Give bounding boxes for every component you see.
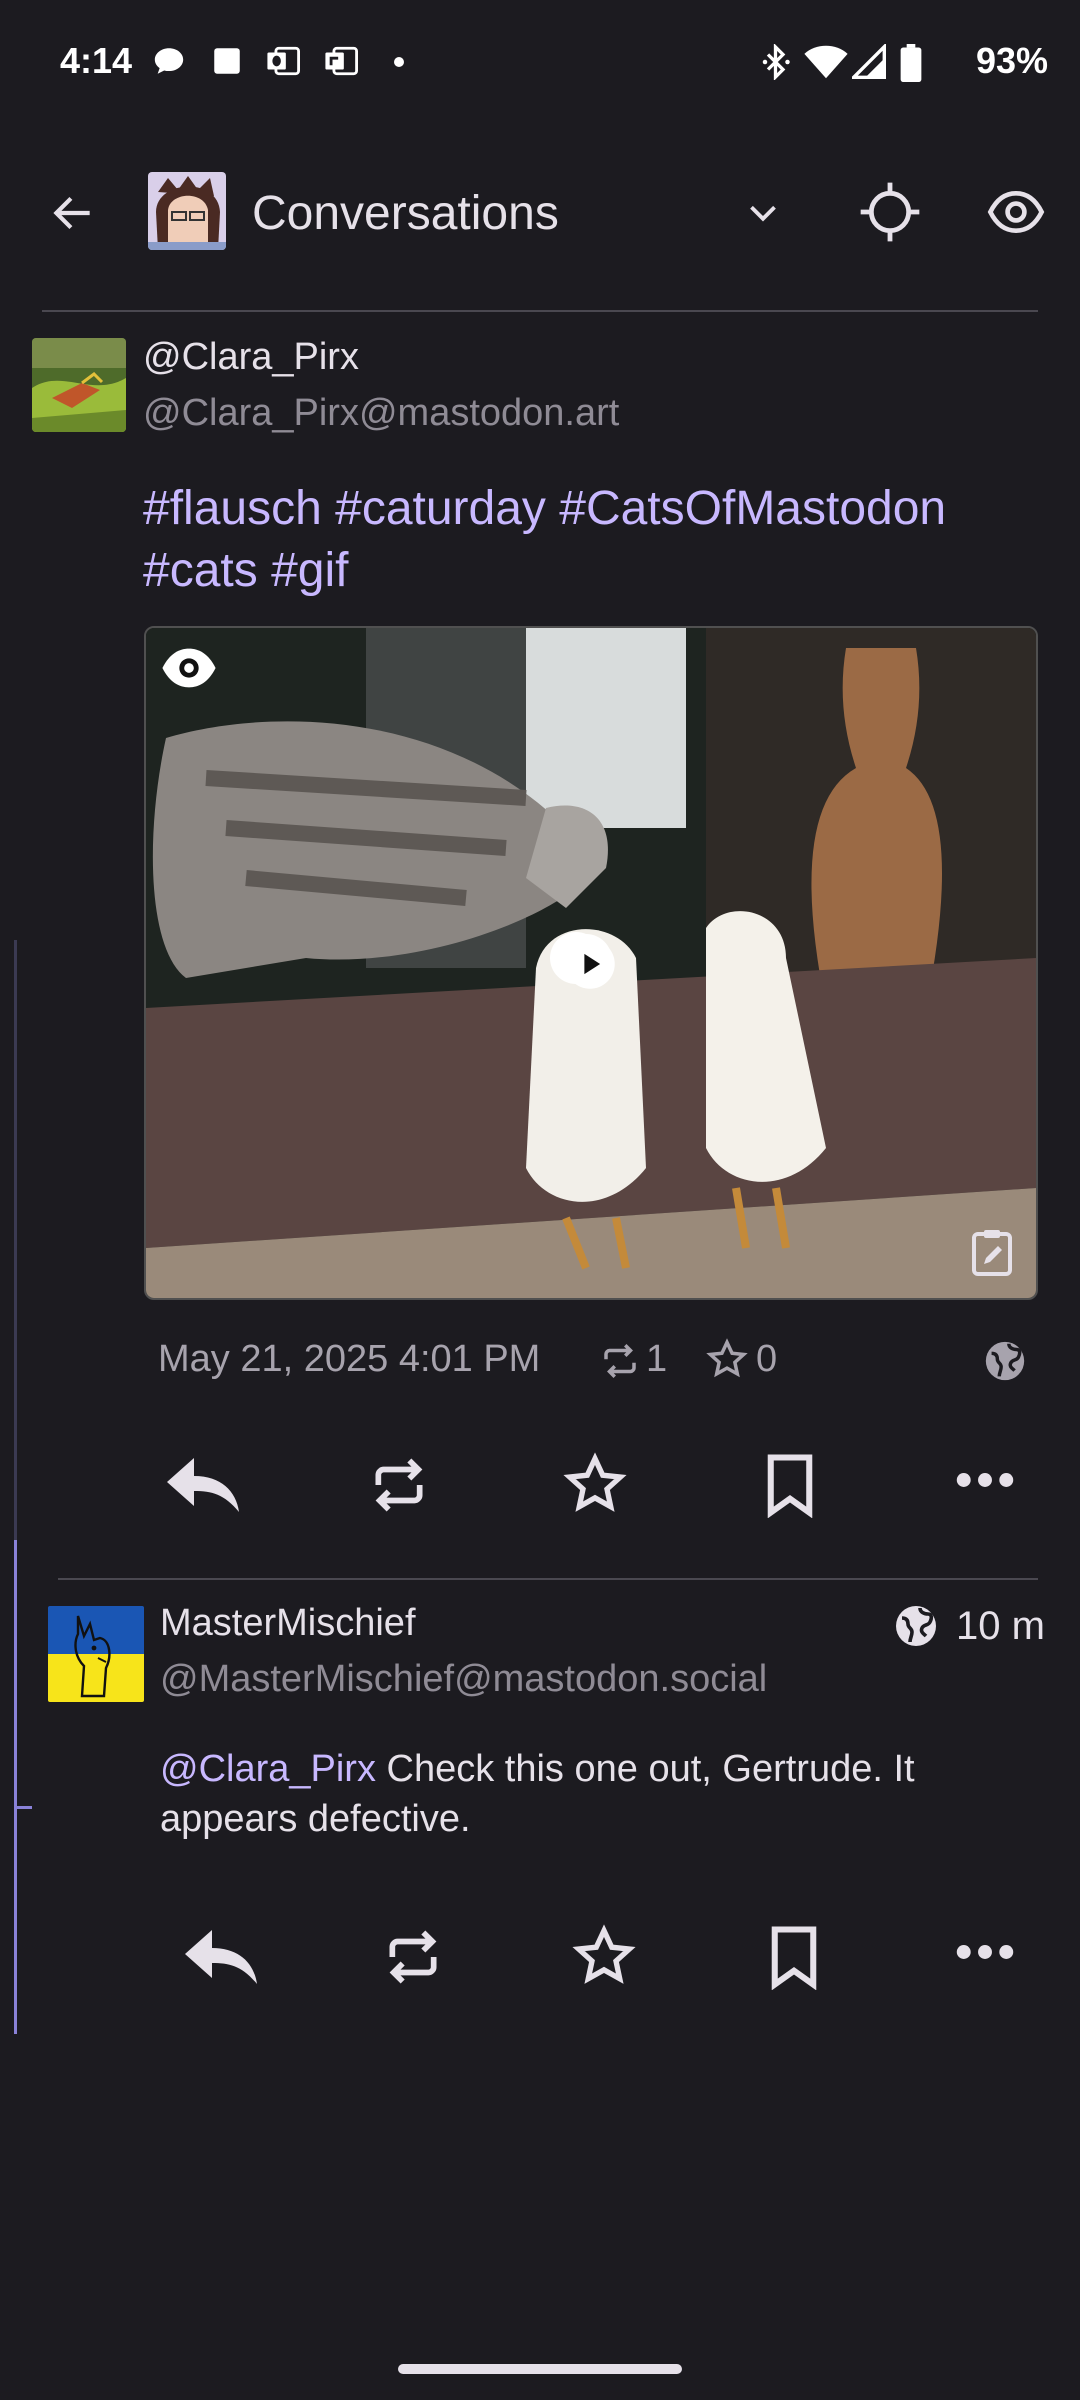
battery-icon xyxy=(900,44,922,82)
app-bar: Conversations xyxy=(0,150,1080,280)
dot-icon xyxy=(394,57,404,67)
reply-author-avatar[interactable] xyxy=(48,1606,144,1702)
reply-globe-icon xyxy=(892,1602,940,1650)
signal-icon xyxy=(852,44,886,80)
reply-icon[interactable] xyxy=(182,1926,260,1988)
sensitive-toggle-eye-icon[interactable] xyxy=(160,646,218,690)
chat-bubble-icon xyxy=(152,44,186,78)
bookmark-icon[interactable] xyxy=(762,1452,818,1518)
status-bar: 4:14 93% xyxy=(0,0,1080,130)
reply-icon[interactable] xyxy=(164,1454,242,1516)
author-avatar[interactable] xyxy=(32,338,126,432)
reply-author-acct[interactable]: @MasterMischief@mastodon.social xyxy=(160,1658,767,1701)
favourite-icon[interactable] xyxy=(572,1924,636,1988)
boost-count-icon xyxy=(598,1340,642,1382)
bookmark-icon[interactable] xyxy=(766,1924,822,1990)
bluetooth-icon xyxy=(762,44,792,80)
outlook-icon xyxy=(264,44,302,78)
wifi-icon xyxy=(804,44,848,80)
favourite-icon[interactable] xyxy=(563,1452,627,1516)
media-attachment[interactable] xyxy=(144,626,1038,1300)
author-acct[interactable]: @Clara_Pirx@mastodon.art xyxy=(143,392,619,435)
post-content-hashtags[interactable]: #flausch #caturday #CatsOfMastodon #cats… xyxy=(143,478,1063,602)
reply-action-bar xyxy=(0,1912,1080,2002)
post-date[interactable]: May 21, 2025 4:01 PM xyxy=(158,1338,540,1381)
boost-icon[interactable] xyxy=(382,1924,444,1990)
reply-author-display-name[interactable]: MasterMischief xyxy=(160,1602,416,1645)
favourite-count: 0 xyxy=(756,1338,778,1380)
reply-timestamp: 10 m xyxy=(956,1604,1045,1648)
favourite-count-icon xyxy=(706,1338,748,1380)
reply-content: @Clara_Pirx Check this one out, Gertrude… xyxy=(160,1744,1040,1844)
globe-icon xyxy=(982,1338,1028,1384)
post-action-bar xyxy=(0,1440,1080,1530)
more-options-icon[interactable] xyxy=(956,1942,1014,1962)
crosshair-icon[interactable] xyxy=(858,180,922,244)
alt-text-icon[interactable] xyxy=(968,1226,1016,1278)
more-options-icon[interactable] xyxy=(956,1470,1014,1490)
office-icon xyxy=(322,44,360,78)
mention-link[interactable]: @Clara_Pirx xyxy=(160,1748,376,1790)
divider xyxy=(58,1578,1038,1580)
boost-count: 1 xyxy=(646,1338,668,1380)
play-icon[interactable] xyxy=(563,937,617,991)
status-time: 4:14 xyxy=(60,40,133,81)
author-display-name[interactable]: @Clara_Pirx xyxy=(143,336,359,379)
chevron-down-icon[interactable] xyxy=(740,190,786,236)
boost-icon[interactable] xyxy=(368,1452,430,1518)
page-title: Conversations xyxy=(252,187,559,240)
square-notification-icon xyxy=(210,44,244,78)
back-arrow-icon[interactable] xyxy=(48,188,98,238)
eye-icon[interactable] xyxy=(986,184,1046,240)
battery-percent: 93% xyxy=(976,40,1049,81)
account-avatar[interactable] xyxy=(148,172,226,250)
divider xyxy=(42,310,1038,312)
home-indicator[interactable] xyxy=(398,2364,682,2374)
